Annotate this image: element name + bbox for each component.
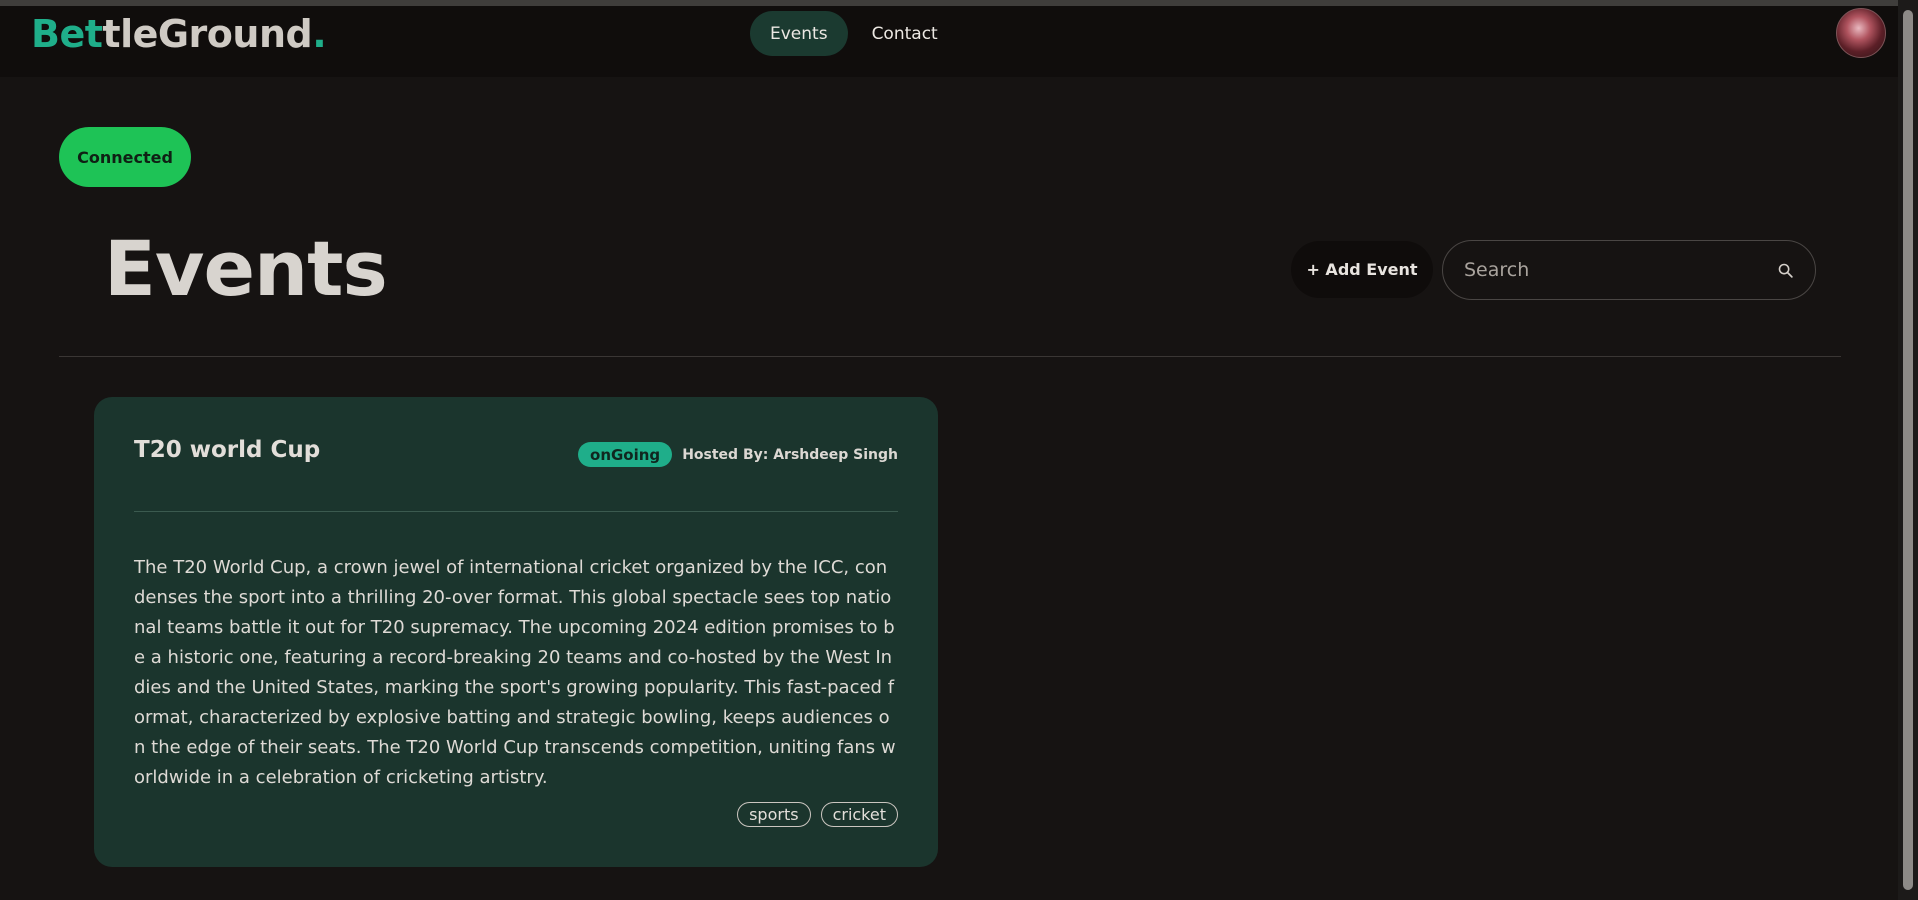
event-status-badge: onGoing	[578, 442, 673, 467]
search-box	[1442, 240, 1816, 300]
add-event-button[interactable]: + Add Event	[1291, 241, 1433, 298]
section-divider	[59, 356, 1841, 357]
search-input[interactable]	[1462, 241, 1762, 299]
brand-rest: tleGround	[102, 12, 313, 56]
event-tags: sports cricket	[737, 802, 898, 827]
brand-dot: .	[312, 12, 327, 56]
search-icon[interactable]	[1777, 262, 1794, 279]
nav-item-contact[interactable]: Contact	[852, 11, 958, 56]
event-card[interactable]: T20 world Cup onGoing Hosted By: Arshdee…	[94, 397, 938, 867]
tag-sports[interactable]: sports	[737, 802, 811, 827]
brand-logo[interactable]: BettleGround.	[31, 12, 327, 56]
nav-links: Events Contact	[750, 11, 958, 56]
scrollbar-thumb[interactable]	[1903, 10, 1913, 890]
connection-status-badge[interactable]: Connected	[59, 127, 191, 187]
navbar: BettleGround. Events Contact	[0, 6, 1898, 77]
event-title: T20 world Cup	[134, 437, 321, 463]
card-divider	[134, 511, 898, 512]
user-avatar[interactable]	[1836, 8, 1886, 58]
event-meta: onGoing Hosted By: Arshdeep Singh	[578, 442, 898, 467]
brand-accent: Bet	[31, 12, 103, 56]
nav-item-events[interactable]: Events	[750, 11, 848, 56]
tag-cricket[interactable]: cricket	[820, 802, 898, 827]
event-host: Hosted By: Arshdeep Singh	[682, 446, 898, 463]
page-scrollbar[interactable]	[1898, 0, 1918, 900]
event-description: The T20 World Cup, a crown jewel of inte…	[134, 557, 896, 788]
page-title: Events	[104, 224, 388, 313]
